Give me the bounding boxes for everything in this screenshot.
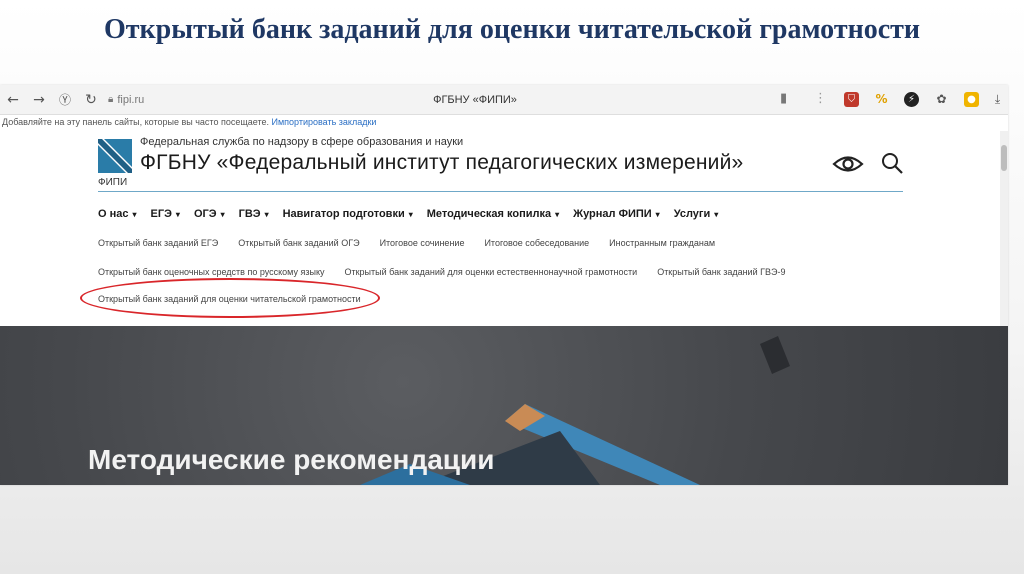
chevron-down-icon: ▾ <box>555 210 560 219</box>
back-icon[interactable]: ← <box>0 92 26 108</box>
chevron-down-icon: ▾ <box>220 210 225 219</box>
url-text: fipi.ru <box>117 93 145 106</box>
nav-item-about[interactable]: О нас ▾ <box>98 208 137 220</box>
sub-links-row-2: Открытый банк оценочных средств по русск… <box>98 267 785 277</box>
more-icon[interactable]: ⋮ <box>814 91 827 106</box>
sub-link-oge-bank[interactable]: Открытый банк заданий ОГЭ <box>238 238 359 248</box>
chevron-down-icon: ▾ <box>264 210 269 219</box>
sub-link-science-literacy[interactable]: Открытый банк заданий для оценки естеств… <box>344 267 637 277</box>
chevron-down-icon: ▾ <box>655 210 660 219</box>
search-icon[interactable] <box>880 151 904 175</box>
scrollbar-thumb[interactable] <box>1001 145 1007 171</box>
header-divider <box>98 191 903 192</box>
browser-toolbar: ← → Ⓨ ↻ 🔒︎ fipi.ru ФГБНУ «ФИПИ» ▮ ⋮ ⛉ % … <box>0 85 1008 115</box>
yandex-icon[interactable]: Ⓨ <box>52 91 78 108</box>
puzzle-extension[interactable]: ✿ <box>934 92 949 107</box>
browser-screenshot: ← → Ⓨ ↻ 🔒︎ fipi.ru ФГБНУ «ФИПИ» ▮ ⋮ ⛉ % … <box>0 85 1008 485</box>
sub-link-russian-assessment[interactable]: Открытый банк оценочных средств по русск… <box>98 267 324 277</box>
bookmarks-bar: Добавляйте на эту панель сайты, которые … <box>0 115 1008 131</box>
download-icon[interactable]: ⤓ <box>990 92 1005 107</box>
bookmarks-bar-text: Добавляйте на эту панель сайты, которые … <box>2 117 269 127</box>
highlight-ellipse <box>80 278 380 318</box>
fipi-logo-icon <box>98 139 132 173</box>
nav-item-methodical[interactable]: Методическая копилка ▾ <box>427 208 559 220</box>
ublock-extension[interactable]: ⛉ <box>844 92 859 107</box>
shield-extension[interactable]: ⚡ <box>904 92 919 107</box>
fipi-site: Федеральная служба по надзору в сфере об… <box>0 131 1008 326</box>
nav-item-journal[interactable]: Журнал ФИПИ ▾ <box>573 208 660 220</box>
bookmark-icon[interactable]: ▮ <box>780 91 787 106</box>
eye-icon[interactable] <box>832 153 864 175</box>
address-bar[interactable]: 🔒︎ fipi.ru <box>108 94 168 106</box>
sub-links-row-1: Открытый банк заданий ЕГЭ Открытый банк … <box>98 238 715 248</box>
forward-icon[interactable]: → <box>26 92 52 108</box>
chevron-down-icon: ▾ <box>714 210 719 219</box>
reload-icon[interactable]: ↻ <box>78 92 104 108</box>
sub-link-gve9-bank[interactable]: Открытый банк заданий ГВЭ-9 <box>657 267 785 277</box>
slide-title: Открытый банк заданий для оценки читател… <box>103 14 921 45</box>
nav-item-oge[interactable]: ОГЭ ▾ <box>194 208 225 220</box>
hero-title: Методические рекомендации <box>88 444 495 475</box>
lock-icon: 🔒︎ <box>108 94 114 105</box>
fipi-label: ФИПИ <box>98 177 128 188</box>
sub-link-final-essay[interactable]: Итоговое сочинение <box>380 238 465 248</box>
sub-link-ege-bank[interactable]: Открытый банк заданий ЕГЭ <box>98 238 218 248</box>
main-navigation: О нас ▾ ЕГЭ ▾ ОГЭ ▾ ГВЭ ▾ Навигатор подготов… <box>98 208 718 220</box>
chevron-down-icon: ▾ <box>132 210 137 219</box>
nav-item-gve[interactable]: ГВЭ ▾ <box>239 208 269 220</box>
gov-line: Федеральная служба по надзору в сфере об… <box>140 136 464 148</box>
tab-title: ФГБНУ «ФИПИ» <box>433 94 517 106</box>
sub-link-foreign-citizens[interactable]: Иностранным гражданам <box>609 238 715 248</box>
chevron-down-icon: ▾ <box>175 210 180 219</box>
hero-banner: Методические рекомендации <box>0 326 1008 485</box>
nav-item-navigator[interactable]: Навигатор подготовки ▾ <box>283 208 413 220</box>
percent-extension[interactable]: % <box>874 92 889 107</box>
import-bookmarks-link[interactable]: Импортировать закладки <box>272 117 377 127</box>
nav-item-ege[interactable]: ЕГЭ ▾ <box>151 208 180 220</box>
profile-extension[interactable]: ● <box>964 92 979 107</box>
nav-item-services[interactable]: Услуги ▾ <box>674 208 719 220</box>
sub-link-final-interview[interactable]: Итоговое собеседование <box>484 238 589 248</box>
chevron-down-icon: ▾ <box>408 210 413 219</box>
org-name: ФГБНУ «Федеральный институт педагогическ… <box>140 151 744 174</box>
